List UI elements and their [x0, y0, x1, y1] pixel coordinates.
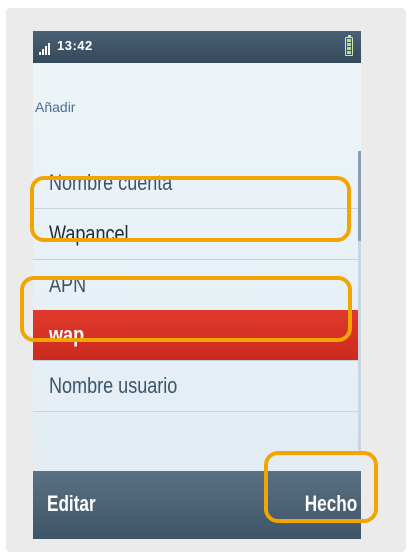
account-name-label: Nombre cuenta	[49, 170, 173, 195]
scrollbar[interactable]	[358, 151, 361, 451]
apn-label: APN	[49, 272, 87, 297]
battery-icon	[345, 35, 353, 56]
apn-field[interactable]: wap	[33, 310, 361, 360]
username-label: Nombre usuario	[49, 373, 178, 398]
softkey-bar: Editar Hecho	[33, 471, 361, 539]
signal-bars-icon	[39, 41, 53, 55]
done-softkey[interactable]: Hecho	[290, 491, 357, 517]
phone-screen: 13:42 Añadir Nombre cuenta Wapancel APN …	[33, 31, 361, 539]
divider	[33, 411, 361, 412]
status-time: 13:42	[57, 38, 93, 53]
account-name-field[interactable]: Wapancel	[33, 209, 361, 259]
edit-softkey[interactable]: Editar	[47, 491, 109, 517]
scrollbar-thumb[interactable]	[358, 151, 361, 241]
status-bar: 13:42	[33, 31, 361, 63]
screenshot-frame: 13:42 Añadir Nombre cuenta Wapancel APN …	[6, 8, 406, 552]
screen-title: Añadir	[35, 99, 76, 115]
